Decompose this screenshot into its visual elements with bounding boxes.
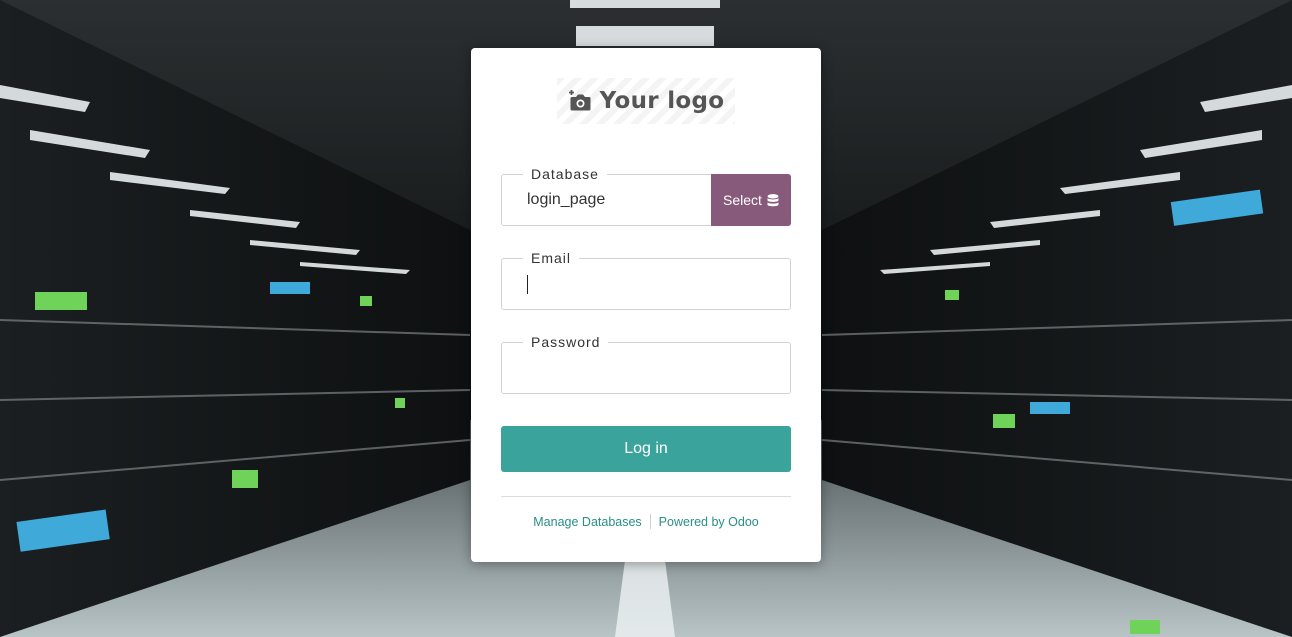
select-database-button[interactable]: Select	[711, 174, 791, 226]
login-footer: Manage Databases Powered by Odoo	[471, 514, 821, 529]
database-field: Database login_page Select	[501, 165, 791, 226]
login-card: Your logo Database login_page Select Ema…	[471, 48, 821, 562]
footer-divider	[501, 496, 791, 497]
camera-plus-icon	[568, 90, 591, 111]
email-field: Email	[501, 249, 791, 310]
powered-by-odoo-link[interactable]: Powered by Odoo	[659, 515, 759, 529]
manage-databases-link[interactable]: Manage Databases	[533, 515, 641, 529]
database-label: Database	[523, 165, 607, 183]
database-value: login_page	[527, 191, 606, 208]
password-field: Password	[501, 333, 791, 394]
logo-text: Your logo	[599, 88, 725, 114]
email-label: Email	[523, 249, 580, 267]
footer-separator	[649, 514, 651, 529]
password-label: Password	[523, 333, 609, 351]
database-icon	[767, 193, 779, 206]
login-button[interactable]: Log in	[501, 426, 791, 472]
company-logo[interactable]: Your logo	[557, 78, 735, 124]
text-cursor	[527, 275, 528, 294]
select-button-label: Select	[723, 192, 762, 208]
login-button-label: Log in	[624, 440, 668, 457]
